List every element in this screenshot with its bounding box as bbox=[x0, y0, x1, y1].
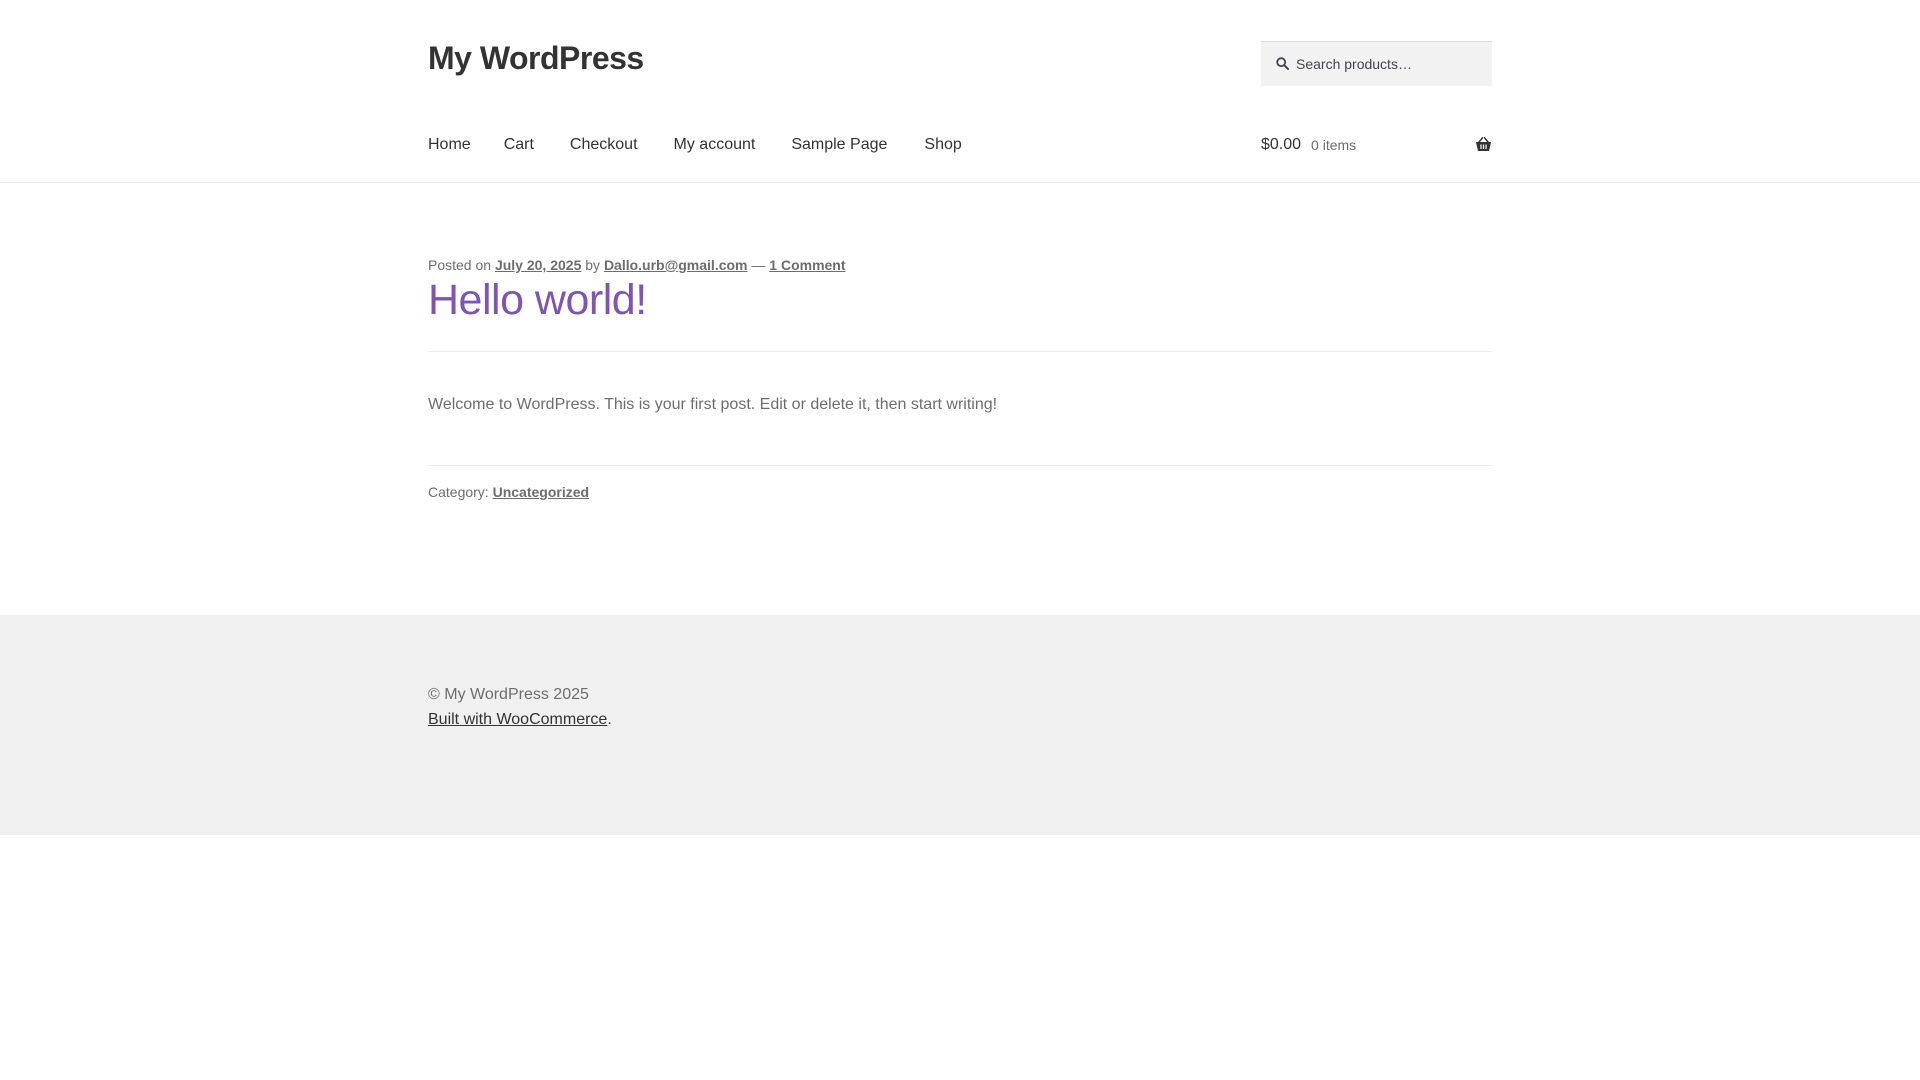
footer-copyright: © My WordPress 2025 bbox=[428, 686, 589, 703]
site-header: My WordPress Home Cart Checkout My accou… bbox=[0, 0, 1920, 183]
post-meta-prefix: Posted on bbox=[428, 257, 492, 273]
nav-item-my-account[interactable]: My account bbox=[674, 136, 756, 154]
header-cart[interactable]: $0.00 0 items bbox=[1261, 134, 1492, 156]
post-title[interactable]: Hello world! bbox=[428, 276, 647, 325]
search-box[interactable] bbox=[1261, 41, 1492, 86]
nav-item-cart[interactable]: Cart bbox=[504, 136, 534, 154]
post-category: Category: Uncategorized bbox=[428, 484, 589, 500]
cart-item-count: 0 items bbox=[1311, 137, 1357, 153]
post-meta: Posted on July 20, 2025 by Dallo.urb@gma… bbox=[428, 257, 846, 273]
category-link[interactable]: Uncategorized bbox=[493, 484, 589, 500]
post-author-link[interactable]: Dallo.urb@gmail.com bbox=[604, 257, 748, 273]
nav-item-home[interactable]: Home bbox=[428, 136, 471, 154]
cart-amount: $0.00 bbox=[1261, 136, 1302, 153]
nav-item-sample-page[interactable]: Sample Page bbox=[791, 136, 887, 154]
basket-icon bbox=[1476, 137, 1491, 151]
nav-item-shop[interactable]: Shop bbox=[924, 136, 961, 154]
post-date-link[interactable]: July 20, 2025 bbox=[495, 257, 581, 273]
footer-credit: Built with WooCommerce. bbox=[428, 711, 612, 729]
footer-credit-suffix: . bbox=[607, 711, 612, 728]
title-divider bbox=[428, 351, 1492, 352]
search-input[interactable] bbox=[1296, 42, 1486, 85]
site-title[interactable]: My WordPress bbox=[428, 40, 644, 77]
woocommerce-link[interactable]: Built with WooCommerce bbox=[428, 711, 607, 728]
content-divider bbox=[428, 465, 1492, 466]
post-comments-link[interactable]: 1 Comment bbox=[769, 257, 845, 273]
post-body: Welcome to WordPress. This is your first… bbox=[428, 396, 998, 413]
post-meta-by: by bbox=[585, 257, 601, 273]
site-footer: © My WordPress 2025 Built with WooCommer… bbox=[0, 615, 1920, 835]
post-meta-dash: — bbox=[751, 257, 766, 273]
category-label: Category: bbox=[428, 484, 489, 500]
nav-item-checkout[interactable]: Checkout bbox=[570, 136, 638, 154]
primary-navigation: Home Cart Checkout My account Sample Pag… bbox=[428, 134, 962, 156]
search-icon bbox=[1276, 57, 1289, 70]
